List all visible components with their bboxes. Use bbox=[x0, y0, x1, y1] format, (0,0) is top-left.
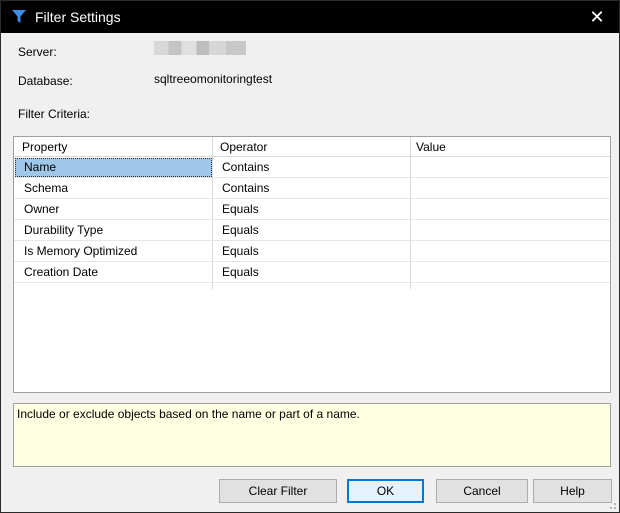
cell-property: Is Memory Optimized bbox=[24, 244, 138, 258]
column-header-property[interactable]: Property bbox=[22, 140, 67, 154]
column-header-value[interactable]: Value bbox=[416, 140, 446, 154]
database-value: sqltreeomonitoringtest bbox=[154, 72, 273, 86]
cell-operator[interactable]: Equals bbox=[222, 244, 259, 258]
cell-operator[interactable]: Contains bbox=[222, 160, 269, 174]
cancel-button[interactable]: Cancel bbox=[436, 479, 528, 503]
cell-property: Creation Date bbox=[24, 265, 99, 279]
ok-button[interactable]: OK bbox=[347, 479, 424, 503]
help-button[interactable]: Help bbox=[533, 479, 612, 503]
table-row[interactable]: Durability Type Equals bbox=[14, 220, 610, 241]
resize-grip-icon[interactable] bbox=[607, 500, 617, 510]
close-icon[interactable]: ✕ bbox=[575, 1, 619, 33]
cell-operator[interactable]: Contains bbox=[222, 181, 269, 195]
server-label: Server: bbox=[18, 45, 57, 59]
table-row[interactable]: Is Memory Optimized Equals bbox=[14, 241, 610, 262]
filter-criteria-grid[interactable]: Property Operator Value Name Contains Sc… bbox=[13, 136, 611, 393]
cell-operator[interactable]: Equals bbox=[222, 223, 259, 237]
filter-funnel-icon bbox=[12, 10, 26, 23]
cell-property: Durability Type bbox=[24, 223, 104, 237]
cell-property: Schema bbox=[24, 181, 69, 195]
description-panel: Include or exclude objects based on the … bbox=[13, 403, 611, 467]
table-row[interactable]: Schema Contains bbox=[14, 178, 610, 199]
table-row[interactable]: Name Contains bbox=[14, 157, 610, 178]
server-value-redacted bbox=[154, 41, 246, 55]
filter-settings-dialog: Filter Settings ✕ Server: Database: sqlt… bbox=[0, 0, 620, 513]
table-row[interactable]: Owner Equals bbox=[14, 199, 610, 220]
dialog-title: Filter Settings bbox=[35, 9, 121, 25]
column-header-operator[interactable]: Operator bbox=[220, 140, 267, 154]
table-row[interactable]: Creation Date Equals bbox=[14, 262, 610, 283]
database-label: Database: bbox=[18, 74, 73, 88]
cell-operator[interactable]: Equals bbox=[222, 265, 259, 279]
clear-filter-button[interactable]: Clear Filter bbox=[219, 479, 337, 503]
cell-operator[interactable]: Equals bbox=[222, 202, 259, 216]
cell-property: Owner bbox=[24, 202, 60, 216]
cell-property: Name bbox=[24, 160, 57, 174]
filter-criteria-label: Filter Criteria: bbox=[18, 107, 91, 121]
title-bar[interactable]: Filter Settings ✕ bbox=[1, 1, 619, 33]
grid-header: Property Operator Value bbox=[14, 137, 610, 157]
